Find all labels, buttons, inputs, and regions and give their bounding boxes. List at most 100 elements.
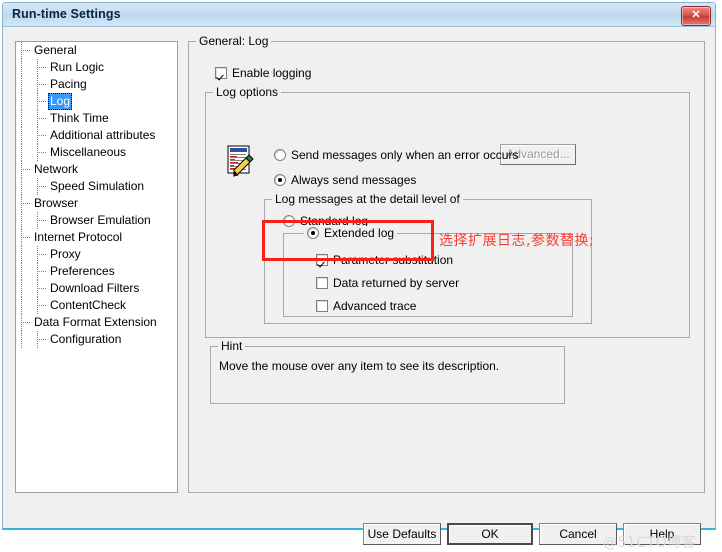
- detail-level-group: Log messages at the detail level of Stan…: [264, 192, 592, 324]
- window-titlebar: Run-time Settings ✕: [3, 3, 715, 27]
- tree-item-additional-attributes[interactable]: Additional attributes: [16, 127, 177, 144]
- tree-item-think-time[interactable]: Think Time: [16, 110, 177, 127]
- tree-connector-stub: [37, 186, 46, 187]
- tree-item-data-format-extension[interactable]: Data Format Extension: [16, 314, 177, 331]
- tree-connector: [21, 76, 22, 93]
- radio-extended-log[interactable]: Extended log: [307, 226, 394, 240]
- tree-connector-stub: [21, 50, 30, 51]
- tree-connector: [21, 144, 22, 161]
- tree-item-proxy[interactable]: Proxy: [16, 246, 177, 263]
- tree-connector-stub: [37, 101, 46, 102]
- checkbox-icon: [316, 300, 328, 312]
- tree-item-label: Configuration: [50, 332, 122, 346]
- tree-connector: [21, 93, 22, 110]
- checkbox-icon: [215, 67, 227, 79]
- tree-connector-stub: [37, 254, 46, 255]
- tree-connector-stub: [37, 288, 46, 289]
- tree-connector-stub: [37, 220, 46, 221]
- tree-connector: [21, 280, 22, 297]
- radio-extended-log-label: Extended log: [324, 226, 395, 240]
- tree-connector: [21, 212, 22, 229]
- tree-connector-stub: [37, 271, 46, 272]
- tree-item-label: Additional attributes: [50, 128, 156, 142]
- tree-item-label: Data Format Extension: [34, 315, 157, 329]
- checkbox-data-returned-by-server[interactable]: Data returned by server: [316, 276, 459, 290]
- tree-item-preferences[interactable]: Preferences: [16, 263, 177, 280]
- log-options-group: Log options Advanced... Send messages on…: [205, 85, 690, 338]
- detail-level-title: Log messages at the detail level of: [272, 192, 463, 206]
- help-button[interactable]: Help: [623, 523, 701, 545]
- tree-item-internet-protocol[interactable]: Internet Protocol: [16, 229, 177, 246]
- tree-item-browser-emulation[interactable]: Browser Emulation: [16, 212, 177, 229]
- log-options-title: Log options: [213, 85, 282, 99]
- enable-logging-label: Enable logging: [232, 66, 312, 80]
- radio-send-on-error-label: Send messages only when an error occurs: [291, 148, 519, 162]
- tree-item-browser[interactable]: Browser: [16, 195, 177, 212]
- radio-always-send-label: Always send messages: [291, 173, 417, 187]
- close-icon: ✕: [691, 9, 701, 21]
- tree-item-network[interactable]: Network: [16, 161, 177, 178]
- ok-button[interactable]: OK: [447, 523, 533, 545]
- tree-item-label: Log: [48, 93, 73, 110]
- tree-connector: [21, 263, 22, 280]
- tree-item-miscellaneous[interactable]: Miscellaneous: [16, 144, 177, 161]
- tree-item-speed-simulation[interactable]: Speed Simulation: [16, 178, 177, 195]
- window-title: Run-time Settings: [12, 7, 121, 21]
- tree-item-configuration[interactable]: Configuration: [16, 331, 177, 348]
- tree-item-label: Internet Protocol: [34, 230, 123, 244]
- log-document-icon: [227, 145, 254, 177]
- tree-item-log[interactable]: Log: [16, 93, 177, 110]
- checkbox-parameter-substitution-label: Parameter substitution: [333, 253, 454, 267]
- tree-item-contentcheck[interactable]: ContentCheck: [16, 297, 177, 314]
- tree-item-general[interactable]: General: [16, 42, 177, 59]
- tree-item-label: Download Filters: [50, 281, 140, 295]
- tree-item-label: Think Time: [50, 111, 109, 125]
- enable-logging-checkbox[interactable]: Enable logging: [215, 66, 311, 80]
- annotation-note: 选择扩展日志,参数替换;: [439, 233, 595, 249]
- tree-connector-stub: [37, 135, 46, 136]
- tree-item-label: Speed Simulation: [50, 179, 145, 193]
- tree-connector: [21, 178, 22, 195]
- tree-connector-stub: [37, 67, 46, 68]
- tree-item-label: Browser Emulation: [50, 213, 151, 227]
- tree-connector-stub: [37, 339, 46, 340]
- hint-title: Hint: [218, 339, 246, 353]
- tree-item-label: Miscellaneous: [50, 145, 127, 159]
- radio-icon: [274, 149, 286, 161]
- tree-item-label: Pacing: [50, 77, 87, 91]
- checkbox-icon: [316, 277, 328, 289]
- tree-connector: [21, 246, 22, 263]
- runtime-settings-window: Run-time Settings ✕ General Run Logic Paci…: [2, 2, 716, 551]
- tree-connector: [21, 127, 22, 144]
- tree-connector: [21, 331, 22, 348]
- tree-item-label: Proxy: [50, 247, 81, 261]
- settings-tree[interactable]: General Run Logic Pacing Log Think Time Addit…: [15, 41, 178, 493]
- tree-connector-stub: [37, 84, 46, 85]
- tree-item-label: General: [34, 43, 77, 57]
- hint-group: Hint Move the mouse over any item to see…: [210, 339, 565, 404]
- checkbox-parameter-substitution[interactable]: Parameter substitution: [316, 253, 453, 267]
- tree-item-label: Browser: [34, 196, 79, 210]
- tree-item-label: Preferences: [50, 264, 115, 278]
- tree-connector-stub: [21, 169, 30, 170]
- hint-text: Move the mouse over any item to see its …: [219, 359, 500, 373]
- checkbox-data-returned-by-server-label: Data returned by server: [333, 276, 460, 290]
- tree-connector: [21, 110, 22, 127]
- checkbox-advanced-trace-label: Advanced trace: [333, 299, 417, 313]
- use-defaults-button[interactable]: Use Defaults: [363, 523, 441, 545]
- radio-icon: [283, 215, 295, 227]
- tree-connector-stub: [21, 203, 30, 204]
- tree-item-pacing[interactable]: Pacing: [16, 76, 177, 93]
- checkbox-icon: [316, 254, 328, 266]
- tree-item-run-logic[interactable]: Run Logic: [16, 59, 177, 76]
- checkbox-advanced-trace[interactable]: Advanced trace: [316, 299, 416, 313]
- tree-connector: [21, 59, 22, 76]
- close-button[interactable]: ✕: [681, 6, 711, 26]
- tree-item-download-filters[interactable]: Download Filters: [16, 280, 177, 297]
- radio-send-on-error[interactable]: Send messages only when an error occurs: [274, 148, 518, 162]
- cancel-button[interactable]: Cancel: [539, 523, 617, 545]
- radio-icon: [307, 227, 319, 239]
- tree-connector-stub: [21, 237, 30, 238]
- tree-connector-stub: [37, 118, 46, 119]
- radio-always-send[interactable]: Always send messages: [274, 173, 416, 187]
